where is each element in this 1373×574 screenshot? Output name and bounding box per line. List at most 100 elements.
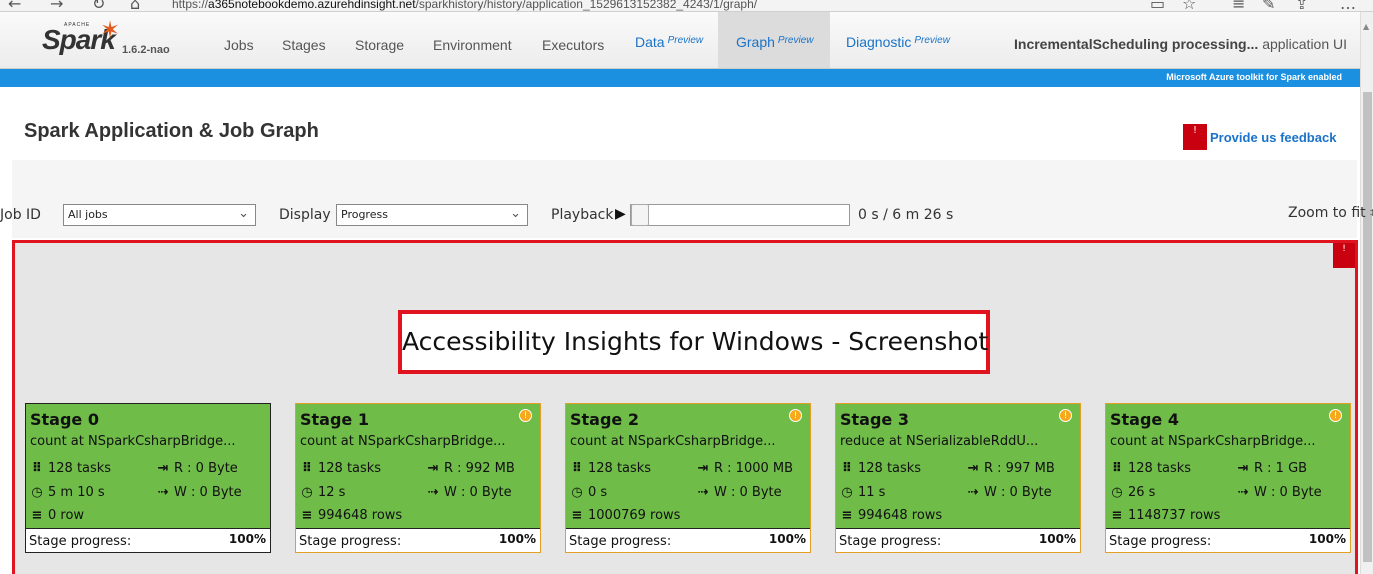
- stage-read-value: R : 0 Byte: [174, 461, 238, 476]
- nav-diagnostic[interactable]: Diagnostic Preview: [846, 34, 950, 50]
- stage-description: count at NSparkCsharpBridge...: [570, 434, 776, 449]
- stage-rows: ≡ 994648 rows: [300, 508, 403, 523]
- application-title: IncrementalScheduling processing... appl…: [1014, 36, 1347, 52]
- rows-icon: ≡: [31, 508, 43, 523]
- job-id-select[interactable]: All jobs ⌄: [63, 204, 256, 226]
- stage-read: ⇥ R : 1 GB: [1236, 461, 1308, 476]
- stage-progress-label: Stage progress:: [29, 534, 132, 549]
- nav-diagnostic-label: Diagnostic: [846, 34, 912, 50]
- stage-rows-value: 0 row: [48, 508, 85, 523]
- feedback-label: Provide us feedback: [1210, 129, 1337, 145]
- playback-label: Playback: [551, 207, 614, 223]
- tasks-grid-icon: ⠿: [31, 461, 43, 476]
- warning-icon[interactable]: !: [1329, 409, 1342, 422]
- stage-card[interactable]: Stage 2! count at NSparkCsharpBridge... ⠿ 1…: [565, 403, 811, 553]
- stage-tasks: ⠿ 128 tasks: [570, 461, 651, 476]
- scroll-up-icon[interactable]: ▲: [1363, 22, 1369, 31]
- stage-progress-value: 100%: [1308, 532, 1346, 546]
- stage-rows-value: 1148737 rows: [1128, 508, 1221, 523]
- stage-write-value: W : 0 Byte: [714, 485, 782, 500]
- nav-data[interactable]: Data Preview: [635, 34, 703, 50]
- tasks-grid-icon: ⠿: [571, 461, 583, 476]
- stage-progress: Stage progress: 100%: [26, 528, 270, 552]
- spark-version: 1.6.2-nao: [122, 44, 170, 56]
- nav-environment[interactable]: Environment: [433, 37, 512, 53]
- stage-write: ⇢ W : 0 Byte: [696, 485, 782, 500]
- display-select[interactable]: Progress ⌄: [336, 204, 528, 226]
- zoom-to-fit-button[interactable]: Zoom to fit ⌗: [1288, 205, 1373, 221]
- home-icon[interactable]: ⌂: [130, 0, 140, 11]
- stage-read: ⇥ R : 997 MB: [966, 461, 1055, 476]
- stage-name: Stage 3: [840, 410, 909, 429]
- stage-rows: ≡ 994648 rows: [840, 508, 943, 523]
- address-bar[interactable]: https://a365notebookdemo.azurehdinsight.…: [172, 0, 757, 11]
- stage-read-value: R : 1 GB: [1254, 461, 1308, 476]
- job-id-value: All jobs: [68, 208, 108, 221]
- notes-pen-icon[interactable]: ✎: [1262, 0, 1275, 11]
- page-title: Spark Application & Job Graph: [24, 120, 319, 142]
- app-suffix: application UI: [1262, 36, 1348, 52]
- stage-duration: ◷ 5 m 10 s: [30, 485, 105, 500]
- nav-graph[interactable]: Graph Preview: [736, 34, 814, 50]
- stage-duration-value: 5 m 10 s: [48, 485, 105, 500]
- share-icon[interactable]: ⇪: [1295, 0, 1308, 11]
- nav-executors[interactable]: Executors: [542, 37, 604, 53]
- favorite-star-icon[interactable]: ☆: [1182, 0, 1196, 11]
- stage-progress-label: Stage progress:: [299, 534, 402, 549]
- stage-read: ⇥ R : 0 Byte: [156, 461, 238, 476]
- graph-toolbar: [12, 160, 1357, 238]
- warning-icon[interactable]: !: [519, 409, 532, 422]
- stage-progress: Stage progress: 100%: [566, 528, 810, 552]
- rows-icon: ≡: [1111, 508, 1123, 523]
- job-graph-canvas[interactable]: ! Accessibility Insights for Windows - S…: [12, 240, 1358, 574]
- write-output-icon: ⇢: [427, 485, 439, 500]
- nav-stages[interactable]: Stages: [282, 37, 326, 53]
- playback-handle[interactable]: [631, 204, 649, 226]
- scrollbar-thumb[interactable]: [1363, 92, 1372, 562]
- stage-card[interactable]: Stage 3! reduce at NSerializableRddU... ⠿ 1…: [835, 403, 1081, 553]
- feedback-link[interactable]: ! Provide us feedback: [1183, 124, 1336, 150]
- nav-storage[interactable]: Storage: [355, 37, 404, 53]
- stage-rows: ≡ 1000769 rows: [570, 508, 681, 523]
- forward-arrow-icon[interactable]: →: [50, 0, 63, 11]
- playback-slider[interactable]: [630, 204, 850, 226]
- stage-progress-value: 100%: [228, 532, 266, 546]
- stage-write-value: W : 0 Byte: [174, 485, 242, 500]
- rows-icon: ≡: [841, 508, 853, 523]
- warning-icon[interactable]: !: [789, 409, 802, 422]
- stage-write-value: W : 0 Byte: [1254, 485, 1322, 500]
- write-output-icon: ⇢: [697, 485, 709, 500]
- stage-description: count at NSparkCsharpBridge...: [1110, 434, 1316, 449]
- refresh-icon[interactable]: ↻: [92, 0, 105, 11]
- stage-card[interactable]: Stage 4! count at NSparkCsharpBridge... ⠿ 1…: [1105, 403, 1351, 553]
- back-arrow-icon[interactable]: ←: [8, 0, 21, 11]
- play-icon[interactable]: ▶: [615, 206, 626, 222]
- stage-tasks: ⠿ 128 tasks: [30, 461, 111, 476]
- stage-progress-label: Stage progress:: [839, 534, 942, 549]
- stage-name: Stage 2: [570, 410, 639, 429]
- write-output-icon: ⇢: [157, 485, 169, 500]
- rows-icon: ≡: [301, 508, 313, 523]
- reading-view-icon[interactable]: ▭: [1150, 0, 1165, 11]
- stage-tasks-value: 128 tasks: [858, 461, 922, 476]
- stage-rows-value: 994648 rows: [858, 508, 943, 523]
- more-icon[interactable]: …: [1340, 0, 1356, 11]
- stage-description: count at NSparkCsharpBridge...: [30, 434, 236, 449]
- warning-icon[interactable]: !: [1059, 409, 1072, 422]
- display-label: Display: [279, 207, 331, 223]
- stage-progress-label: Stage progress:: [569, 534, 672, 549]
- stage-card[interactable]: Stage 1! count at NSparkCsharpBridge... ⠿ 1…: [295, 403, 541, 553]
- stage-write: ⇢ W : 0 Byte: [426, 485, 512, 500]
- stage-progress-value: 100%: [1038, 532, 1076, 546]
- favorites-list-icon[interactable]: ≡: [1232, 0, 1245, 11]
- tasks-grid-icon: ⠿: [301, 461, 313, 476]
- page-scrollbar[interactable]: ▲: [1360, 12, 1373, 574]
- nav-jobs[interactable]: Jobs: [224, 37, 254, 53]
- stage-name: Stage 0: [30, 410, 99, 429]
- clock-icon: ◷: [1111, 485, 1123, 500]
- stage-name: Stage 4: [1110, 410, 1179, 429]
- rows-icon: ≡: [571, 508, 583, 523]
- stage-write: ⇢ W : 0 Byte: [966, 485, 1052, 500]
- stage-card[interactable]: Stage 0 count at NSparkCsharpBridge... ⠿ 12…: [25, 403, 271, 553]
- stage-tasks: ⠿ 128 tasks: [1110, 461, 1191, 476]
